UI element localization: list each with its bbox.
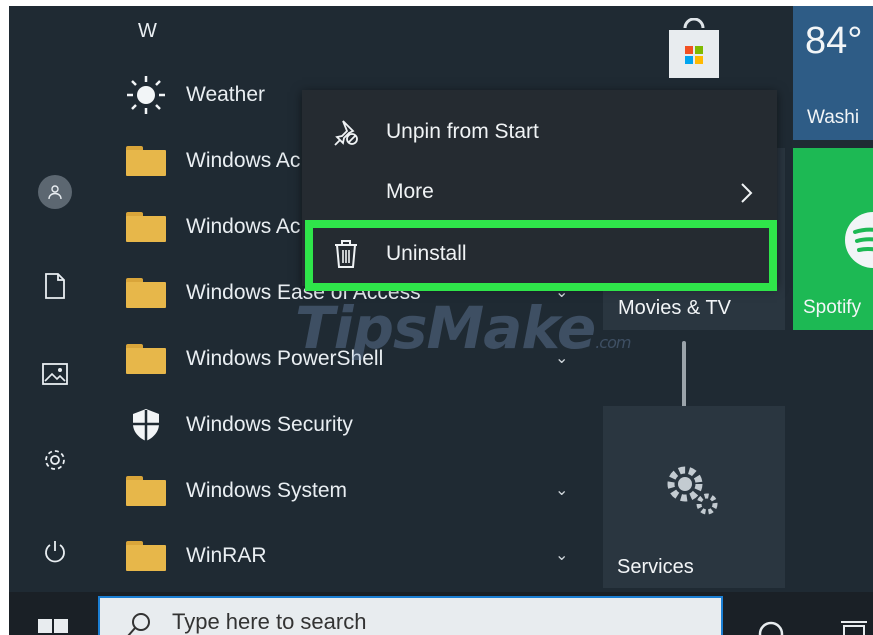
shield-icon <box>124 403 168 447</box>
tile-empty <box>793 338 873 592</box>
tile-label-services: Services <box>617 556 694 578</box>
documents-button[interactable] <box>37 268 73 304</box>
start-rail <box>9 6 104 592</box>
tile-spotify[interactable]: Spotify <box>793 148 873 330</box>
folder-icon <box>124 139 168 183</box>
taskbar: Type here to search <box>9 592 873 635</box>
letter-header[interactable]: W <box>138 20 157 43</box>
app-label: Windows Ac <box>186 215 301 238</box>
menu-item-more[interactable]: More <box>302 162 777 222</box>
search-placeholder: Type here to search <box>172 609 367 634</box>
watermark-text: TipsMake <box>295 294 596 362</box>
folder-icon <box>124 534 168 578</box>
power-icon <box>45 541 65 563</box>
menu-label: More <box>386 180 434 203</box>
tile-services[interactable]: Services <box>603 406 785 588</box>
gear-icon <box>45 450 65 470</box>
sun-icon <box>124 73 168 117</box>
tile-label-movies: Movies & TV <box>618 297 731 319</box>
user-account-button[interactable] <box>37 174 73 210</box>
spotify-logo-icon <box>845 212 873 268</box>
picture-icon <box>42 363 68 385</box>
menu-label: Unpin from Start <box>386 120 539 143</box>
tile-label-spotify: Spotify <box>803 297 862 318</box>
chevron-down-icon[interactable]: ⌄ <box>555 545 569 564</box>
watermark: TipsMake.com <box>295 294 631 362</box>
app-label: Windows Ac <box>186 149 301 172</box>
folder-icon <box>124 205 168 249</box>
pictures-button[interactable] <box>37 356 73 392</box>
power-button[interactable] <box>37 534 73 570</box>
folder-icon <box>124 337 168 381</box>
windows-start-icon[interactable] <box>37 618 69 635</box>
tile-weather[interactable]: 84° Washi <box>793 6 873 140</box>
task-view-icon[interactable] <box>839 618 869 635</box>
app-label: Windows System <box>186 479 348 502</box>
store-bag-icon <box>669 18 719 78</box>
start-menu-screen: W Weather Windows Ac Windows Ac Windows … <box>9 6 873 635</box>
app-label: Weather <box>186 83 265 106</box>
uninstall-highlight-box <box>305 220 777 291</box>
app-label: WinRAR <box>186 544 267 567</box>
chevron-down-icon[interactable]: ⌄ <box>555 480 569 499</box>
weather-temperature: 84° <box>805 20 863 62</box>
avatar <box>38 175 72 209</box>
document-icon <box>45 273 65 299</box>
app-item-windows-security[interactable]: Windows Security <box>124 396 569 454</box>
weather-city: Washi <box>807 107 860 128</box>
folder-icon <box>124 271 168 315</box>
search-icon <box>127 613 150 635</box>
chevron-right-icon <box>741 183 753 203</box>
menu-item-unpin-from-start[interactable]: Unpin from Start <box>302 102 777 162</box>
user-icon <box>48 185 62 200</box>
app-label: Windows Security <box>186 413 353 436</box>
gears-icon <box>667 466 718 515</box>
app-item-winrar[interactable]: WinRAR ⌄ <box>124 527 569 585</box>
taskbar-search-box[interactable]: Type here to search <box>98 596 723 635</box>
folder-icon <box>124 469 168 513</box>
settings-button[interactable] <box>37 442 73 478</box>
watermark-suffix: .com <box>595 333 631 352</box>
cortana-icon[interactable] <box>757 620 785 635</box>
app-item-windows-system[interactable]: Windows System ⌄ <box>124 462 569 520</box>
unpin-icon <box>328 114 364 150</box>
